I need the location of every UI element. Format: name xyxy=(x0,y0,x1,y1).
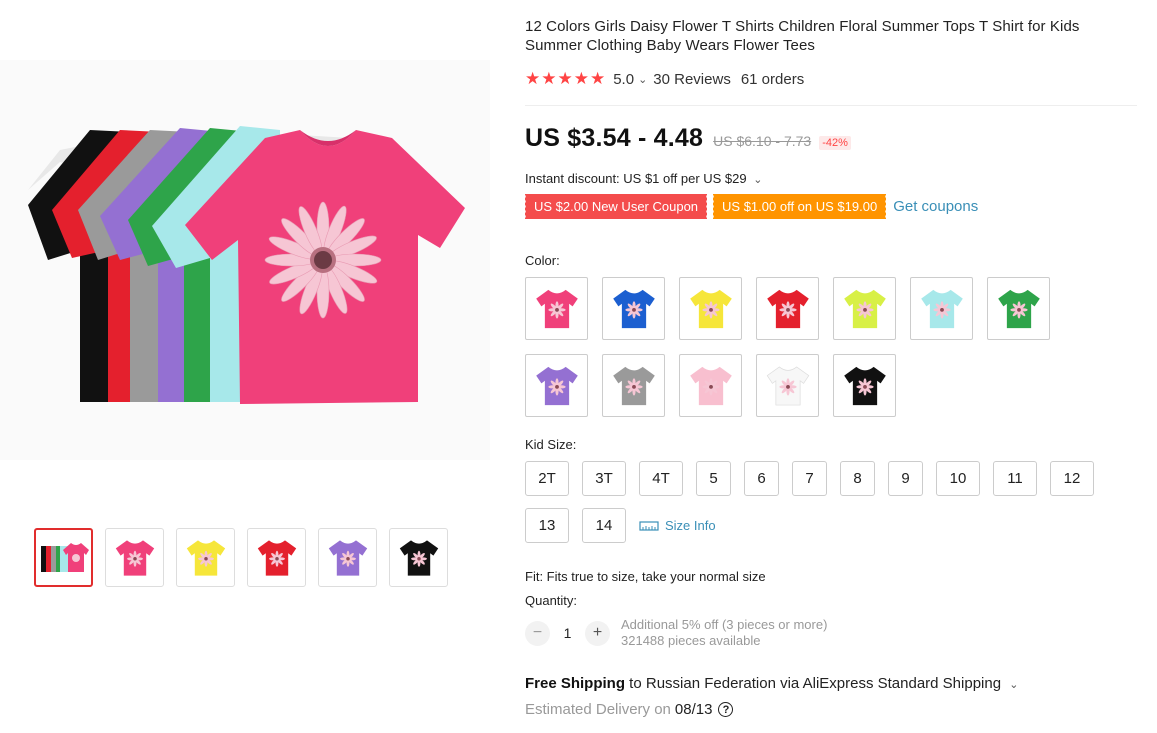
quantity-label: Quantity: xyxy=(525,593,578,608)
size-option[interactable]: 3T xyxy=(582,461,626,496)
color-swatch[interactable] xyxy=(602,277,665,340)
size-option[interactable]: 6 xyxy=(744,461,779,496)
size-options: 2T 3T 4T 5 6 7 8 9 10 11 12 13 14 Size Info xyxy=(525,461,1125,555)
original-price: US $6.10 - 7.73 xyxy=(713,133,812,149)
instant-discount-text: Instant discount: US $1 off per US $29 xyxy=(525,171,747,186)
free-shipping-label: Free Shipping xyxy=(525,675,626,692)
size-option[interactable]: 10 xyxy=(936,461,980,496)
thumbnail-image[interactable] xyxy=(105,528,164,587)
thumbnail-image[interactable] xyxy=(318,528,377,587)
size-option[interactable]: 13 xyxy=(525,508,569,543)
orders-count: 61 orders xyxy=(740,70,805,88)
daisy-flower xyxy=(264,201,382,319)
product-photo xyxy=(28,126,465,404)
quantity-stepper: − 1 + Additional 5% off (3 pieces or mor… xyxy=(525,617,1137,649)
stacked-shirts xyxy=(28,126,465,404)
reviews-link[interactable]: 30 Reviews xyxy=(653,71,731,88)
color-swatch[interactable] xyxy=(987,277,1050,340)
chevron-down-icon[interactable]: ⌄ xyxy=(753,174,762,186)
current-price: US $3.54 - 4.48 xyxy=(525,124,704,152)
thumbnail-image[interactable] xyxy=(176,528,235,587)
color-label: Color: xyxy=(525,253,560,268)
color-swatch[interactable] xyxy=(756,354,819,417)
color-options xyxy=(525,277,1137,417)
shipping-destination: to Russian Federation via AliExpress Sta… xyxy=(625,675,1002,692)
coupon-row: US $2.00 New User Coupon US $1.00 off on… xyxy=(523,194,1137,219)
increase-quantity-button[interactable]: + xyxy=(585,620,610,646)
bulk-discount-text: Additional 5% off (3 pieces or more) xyxy=(621,617,828,632)
size-option[interactable]: 14 xyxy=(582,508,626,543)
shipping-info[interactable]: Free Shipping to Russian Federation via … xyxy=(525,675,1137,692)
product-info: 12 Colors Girls Daisy Flower T Shirts Ch… xyxy=(523,17,1137,718)
color-swatch[interactable] xyxy=(602,354,665,417)
discount-badge: -42% xyxy=(819,136,851,150)
main-product-image[interactable] xyxy=(0,60,490,460)
size-option[interactable]: 4T xyxy=(639,461,683,496)
size-label: Kid Size: xyxy=(525,437,577,452)
quantity-input[interactable]: 1 xyxy=(550,625,585,641)
product-title: 12 Colors Girls Daisy Flower T Shirts Ch… xyxy=(525,18,1080,54)
size-option[interactable]: 9 xyxy=(888,461,923,496)
instant-discount[interactable]: Instant discount: US $1 off per US $29 ⌄ xyxy=(525,171,1137,186)
size-option[interactable]: 5 xyxy=(696,461,731,496)
color-swatch[interactable] xyxy=(679,277,742,340)
spend-coupon[interactable]: US $1.00 off on US $19.00 xyxy=(712,194,887,219)
thumbnail-image[interactable] xyxy=(389,528,448,587)
rating-row: ★★★★★ 5.0 ⌄ 30 Reviews 61 orders xyxy=(525,69,1137,89)
price-row: US $3.54 - 4.48 US $6.10 - 7.73 -42% xyxy=(525,124,1137,153)
help-icon[interactable]: ? xyxy=(718,702,734,717)
size-option[interactable]: 11 xyxy=(993,461,1037,496)
color-swatch[interactable] xyxy=(756,277,819,340)
divider xyxy=(525,105,1137,106)
estimated-delivery-label: Estimated Delivery on xyxy=(525,701,671,718)
chevron-down-icon[interactable]: ⌄ xyxy=(638,73,647,86)
color-swatch[interactable] xyxy=(833,277,896,340)
color-swatch[interactable] xyxy=(525,354,588,417)
color-swatch[interactable] xyxy=(679,354,742,417)
thumbnail-image[interactable] xyxy=(34,528,93,587)
size-option[interactable]: 7 xyxy=(792,461,827,496)
delivery-date: 08/13 xyxy=(674,701,713,718)
size-option[interactable]: 2T xyxy=(525,461,569,496)
size-info-link[interactable]: Size Info xyxy=(639,508,716,543)
size-option[interactable]: 8 xyxy=(840,461,875,496)
thumbnail-image[interactable] xyxy=(247,528,306,587)
rating-value[interactable]: 5.0 xyxy=(613,71,634,88)
estimated-delivery: Estimated Delivery on 08/13 ? xyxy=(525,701,1137,718)
color-swatch[interactable] xyxy=(833,354,896,417)
size-option[interactable]: 12 xyxy=(1050,461,1094,496)
stock-available-text: 321488 pieces available xyxy=(621,633,761,648)
get-coupons-link[interactable]: Get coupons xyxy=(893,198,978,215)
chevron-down-icon[interactable]: ⌄ xyxy=(1009,679,1018,691)
quantity-info: Additional 5% off (3 pieces or more) 321… xyxy=(621,617,827,649)
color-swatch[interactable] xyxy=(910,277,973,340)
thumbnail-strip xyxy=(34,528,448,587)
decrease-quantity-button[interactable]: − xyxy=(525,620,550,646)
new-user-coupon[interactable]: US $2.00 New User Coupon xyxy=(523,194,708,219)
color-swatch[interactable] xyxy=(525,277,588,340)
fit-note: Fit: Fits true to size, take your normal… xyxy=(525,569,766,584)
size-info-label: Size Info xyxy=(665,518,716,533)
ruler-icon xyxy=(639,520,659,531)
star-rating-icon: ★★★★★ xyxy=(525,69,607,88)
